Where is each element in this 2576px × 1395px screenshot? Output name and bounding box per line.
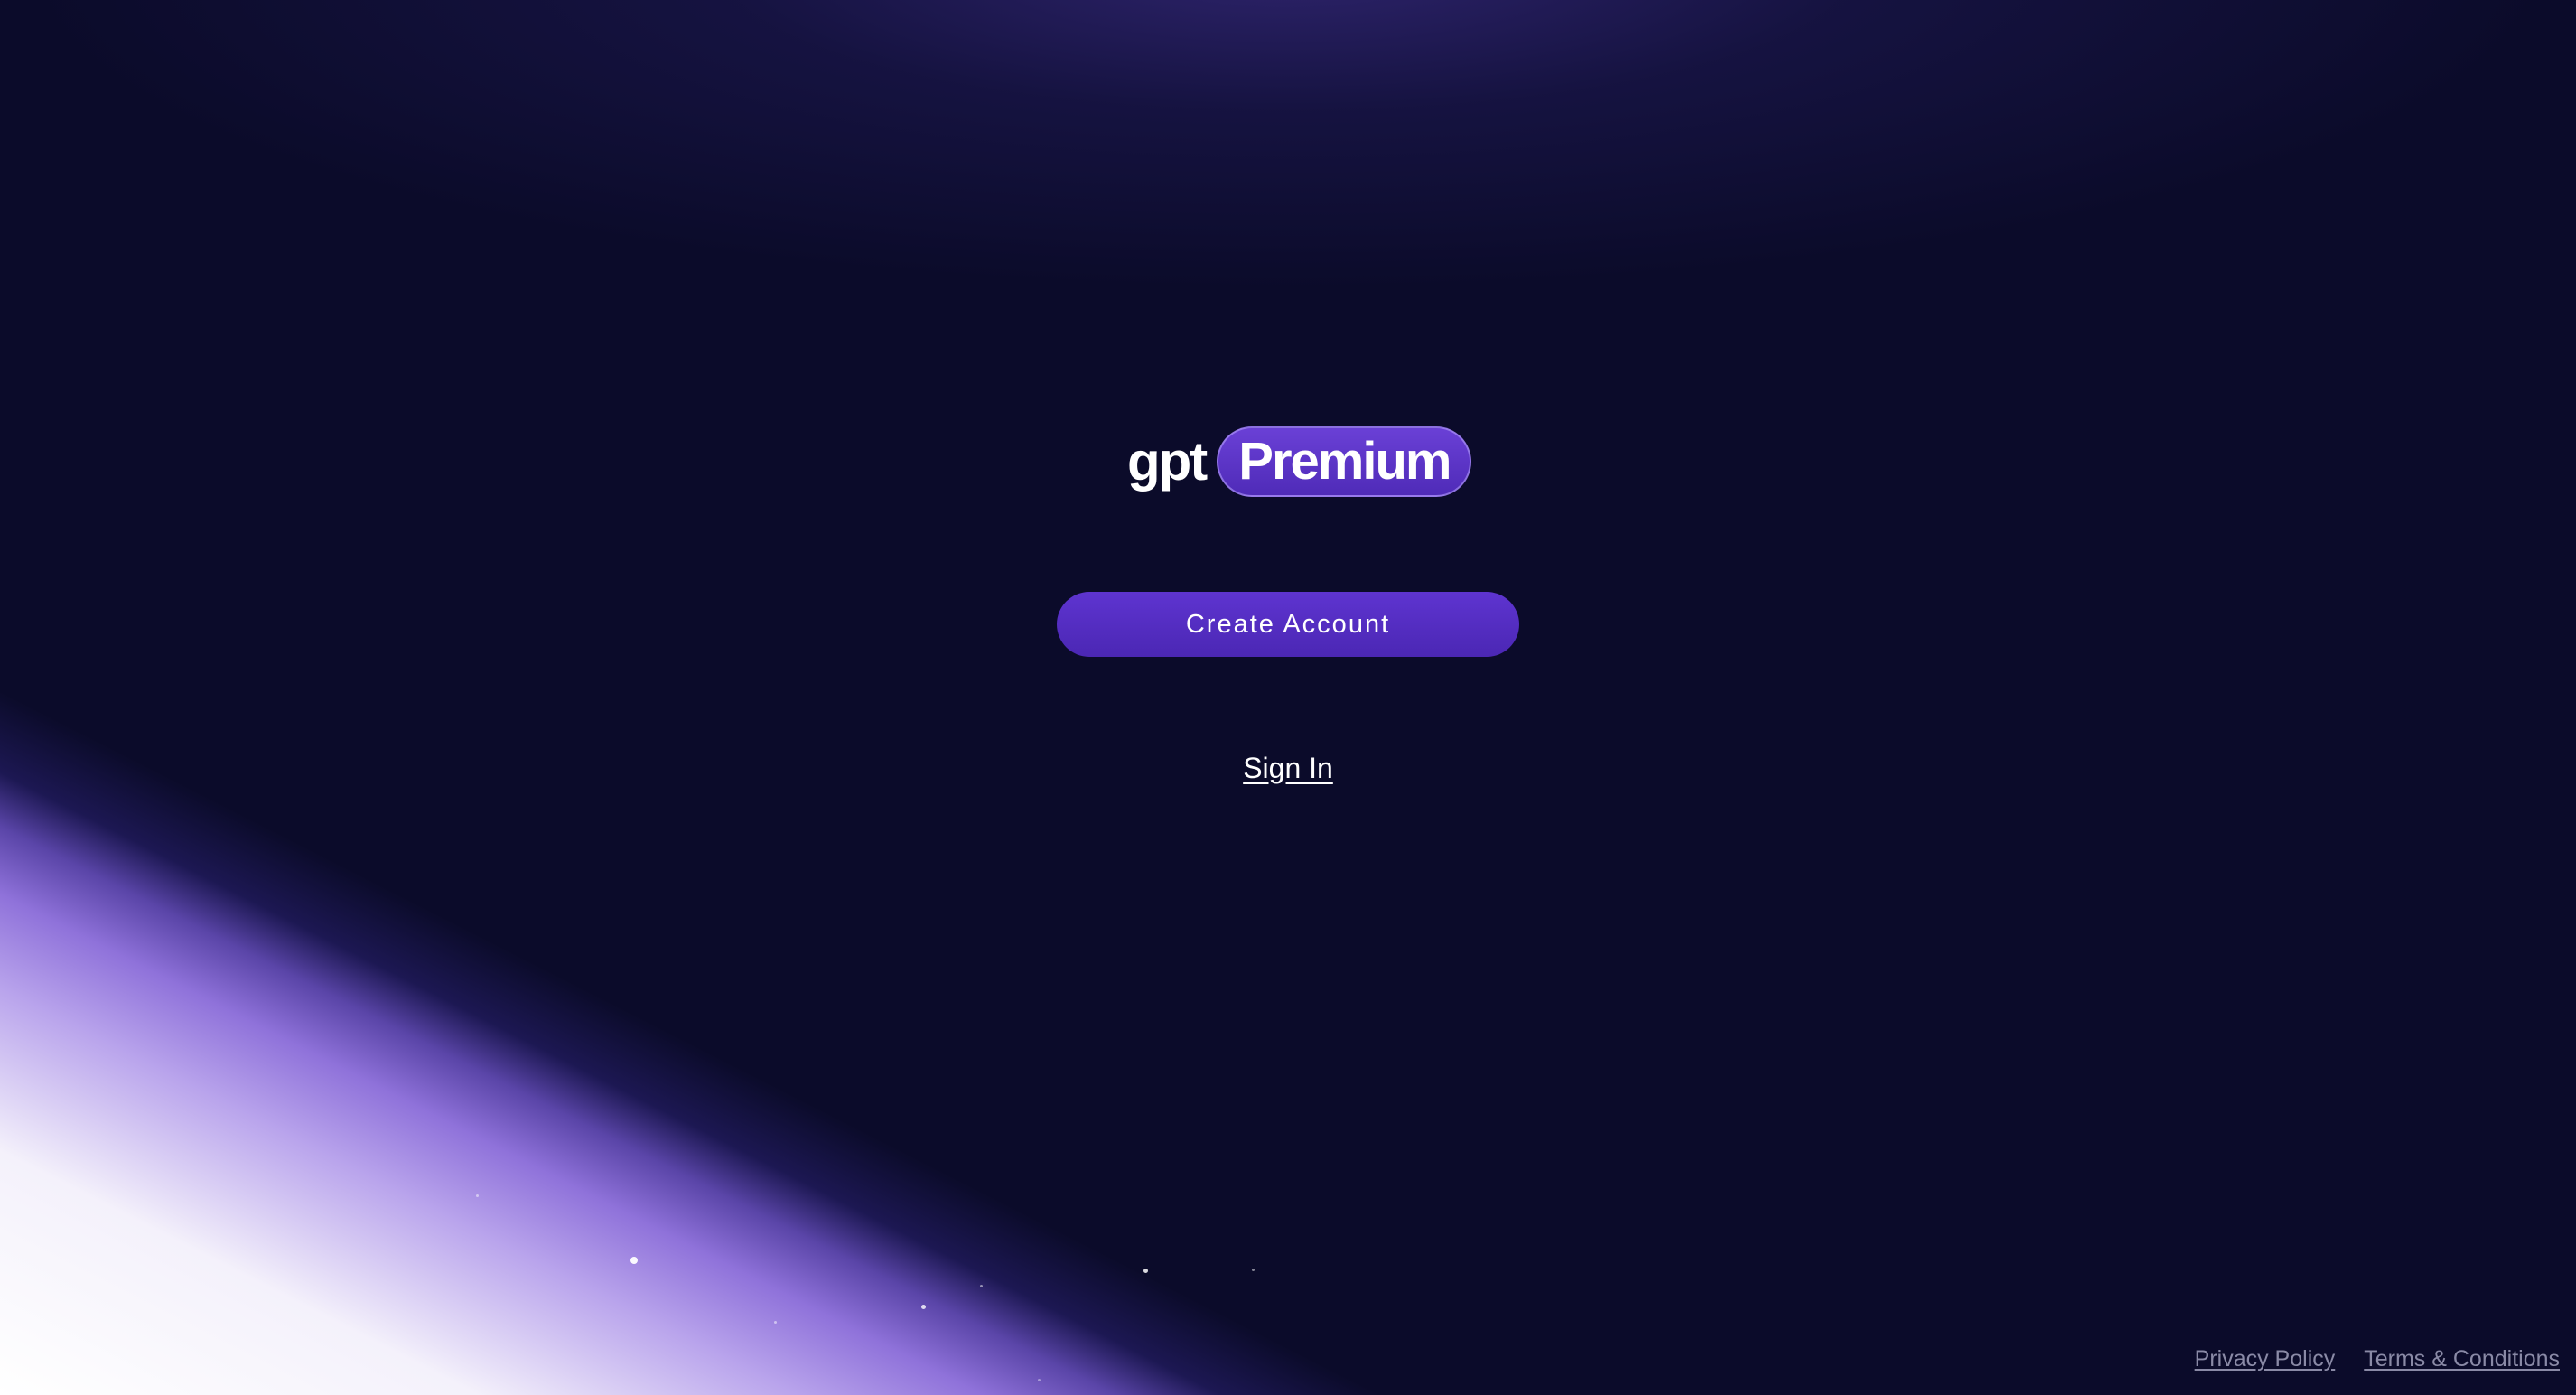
star [921,1305,926,1309]
privacy-policy-link[interactable]: Privacy Policy [2195,1346,2336,1372]
star-field [0,0,2576,1395]
star [1038,1379,1041,1381]
star [980,1285,983,1287]
create-account-button[interactable]: Create Account [1057,592,1519,657]
background-light-beam [0,0,2576,1395]
background-top-glow [0,0,2576,1395]
logo-premium-text: Premium [1238,432,1451,491]
star [1143,1269,1148,1273]
logo-gpt-text: gpt [1127,431,1208,492]
logo-premium-badge: Premium [1217,426,1472,497]
star [774,1321,777,1324]
sign-in-link[interactable]: Sign In [1198,752,1378,785]
star [476,1194,479,1197]
star [1252,1269,1255,1271]
star [630,1257,638,1264]
terms-conditions-link[interactable]: Terms & Conditions [2364,1346,2560,1372]
app-logo: gpt Premium [1127,425,1472,499]
footer-links: Privacy Policy Terms & Conditions [2195,1346,2560,1372]
